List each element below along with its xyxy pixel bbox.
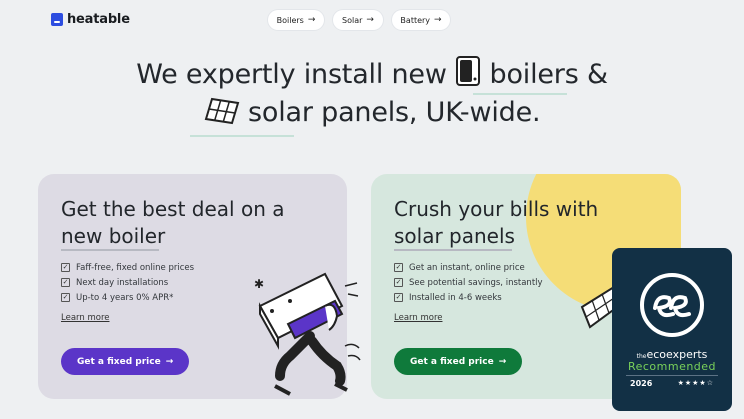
svg-text:✱: ✱ <box>254 277 264 291</box>
hero-text-a: We expertly install new <box>136 59 447 90</box>
brand-logo[interactable]: heatable <box>51 12 130 27</box>
arrow-right-icon: → <box>498 356 507 367</box>
solar-card-title: Crush your bills with solar panels <box>394 196 598 250</box>
list-item: ✓ Up-to 4 years 0% APR* <box>61 290 194 305</box>
solar-panel-icon <box>204 97 240 132</box>
solar-bullet-list: ✓ Get an instant, online price ✓ See pot… <box>394 260 543 305</box>
arrow-right-icon: → <box>434 15 442 25</box>
brand-prefix: the <box>636 353 647 360</box>
nav-battery-button[interactable]: Battery → <box>392 10 450 30</box>
bullet-text: Installed in 4-6 weeks <box>409 292 502 303</box>
hero-text-line2: solar panels, UK-wide. <box>248 97 541 128</box>
cta-label: Get a fixed price <box>410 356 494 367</box>
checkbox-icon: ✓ <box>394 278 403 287</box>
nav-solar-button[interactable]: Solar → <box>333 10 383 30</box>
nav-boilers-button[interactable]: Boilers → <box>268 10 324 30</box>
brand-name: heatable <box>67 12 130 27</box>
headline-underline <box>473 93 567 95</box>
checkbox-icon: ✓ <box>61 293 70 302</box>
title-underline <box>394 249 512 251</box>
checkbox-icon: ✓ <box>61 263 70 272</box>
boiler-title-line2: new boiler <box>61 224 166 248</box>
heatable-logo-icon <box>51 13 63 26</box>
arrow-right-icon: → <box>165 356 174 367</box>
ecoexperts-recommended-badge[interactable]: theecoexperts Recommended 2026 ★★★★☆ <box>612 248 732 411</box>
nav-solar-label: Solar <box>342 15 363 25</box>
cta-label: Get a fixed price <box>77 356 161 367</box>
ecoexperts-logo-icon <box>637 270 707 344</box>
star-rating-icon: ★★★★☆ <box>677 379 714 387</box>
solar-title-line1: Crush your bills with <box>394 197 599 221</box>
boiler-fixed-price-button[interactable]: Get a fixed price → <box>61 348 190 375</box>
nav-battery-label: Battery <box>400 15 431 25</box>
title-underline <box>61 249 159 251</box>
boiler-learn-more-link[interactable]: Learn more <box>61 313 109 323</box>
boiler-title-line1: Get the best deal on a <box>61 197 285 221</box>
solar-fixed-price-button[interactable]: Get a fixed price → <box>394 348 523 375</box>
bullet-text: Get an instant, online price <box>409 262 525 273</box>
person-carrying-boiler-illustration: ✱ <box>250 266 375 410</box>
bullet-text: Up-to 4 years 0% APR* <box>76 292 174 303</box>
recommended-label: Recommended <box>627 360 717 373</box>
hero-text-b: boilers & <box>489 59 608 90</box>
list-item: ✓ Installed in 4-6 weeks <box>394 290 543 305</box>
boiler-bullet-list: ✓ Faff-free, fixed online prices ✓ Next … <box>61 260 194 305</box>
headline-underline <box>190 135 294 137</box>
nav-boilers-label: Boilers <box>276 15 304 25</box>
divider <box>626 375 718 376</box>
hero-headline-line2: solar panels, UK-wide. <box>0 97 744 132</box>
boiler-icon <box>455 55 481 94</box>
checkbox-icon: ✓ <box>394 263 403 272</box>
bullet-text: Faff-free, fixed online prices <box>76 262 195 273</box>
hero-headline-line1: We expertly install new boilers & <box>0 55 744 94</box>
list-item: ✓ See potential savings, instantly <box>394 275 543 290</box>
arrow-right-icon: → <box>307 15 316 25</box>
badge-year: 2026 <box>630 379 653 388</box>
solar-learn-more-link[interactable]: Learn more <box>394 313 442 323</box>
bullet-text: See potential savings, instantly <box>409 277 543 288</box>
solar-title-line2: solar panels <box>394 224 515 248</box>
boiler-card-title: Get the best deal on a new boiler <box>61 196 285 250</box>
list-item: ✓ Next day installations <box>61 275 194 290</box>
checkbox-icon: ✓ <box>394 293 403 302</box>
list-item: ✓ Faff-free, fixed online prices <box>61 260 194 275</box>
top-navigation: heatable Boilers → Solar → Battery → <box>0 0 744 40</box>
bullet-text: Next day installations <box>76 277 169 288</box>
arrow-right-icon: → <box>366 15 374 25</box>
checkbox-icon: ✓ <box>61 278 70 287</box>
list-item: ✓ Get an instant, online price <box>394 260 543 275</box>
